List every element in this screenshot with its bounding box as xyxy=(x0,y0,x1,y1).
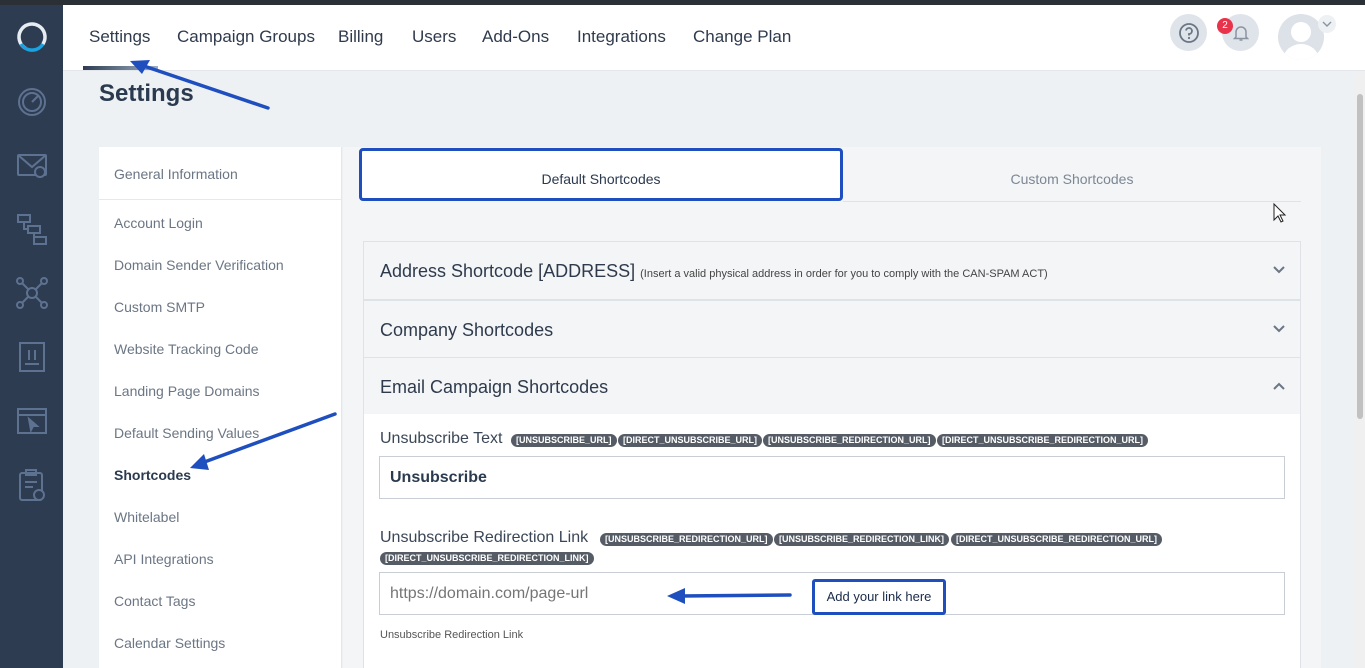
mouse-cursor-icon xyxy=(1273,202,1287,223)
arrow-to-shortcodes-menu-icon xyxy=(190,412,337,470)
annotation-arrows xyxy=(130,60,1287,604)
arrow-to-link-input-icon xyxy=(667,588,792,604)
arrow-to-settings-tab-icon xyxy=(130,60,270,110)
